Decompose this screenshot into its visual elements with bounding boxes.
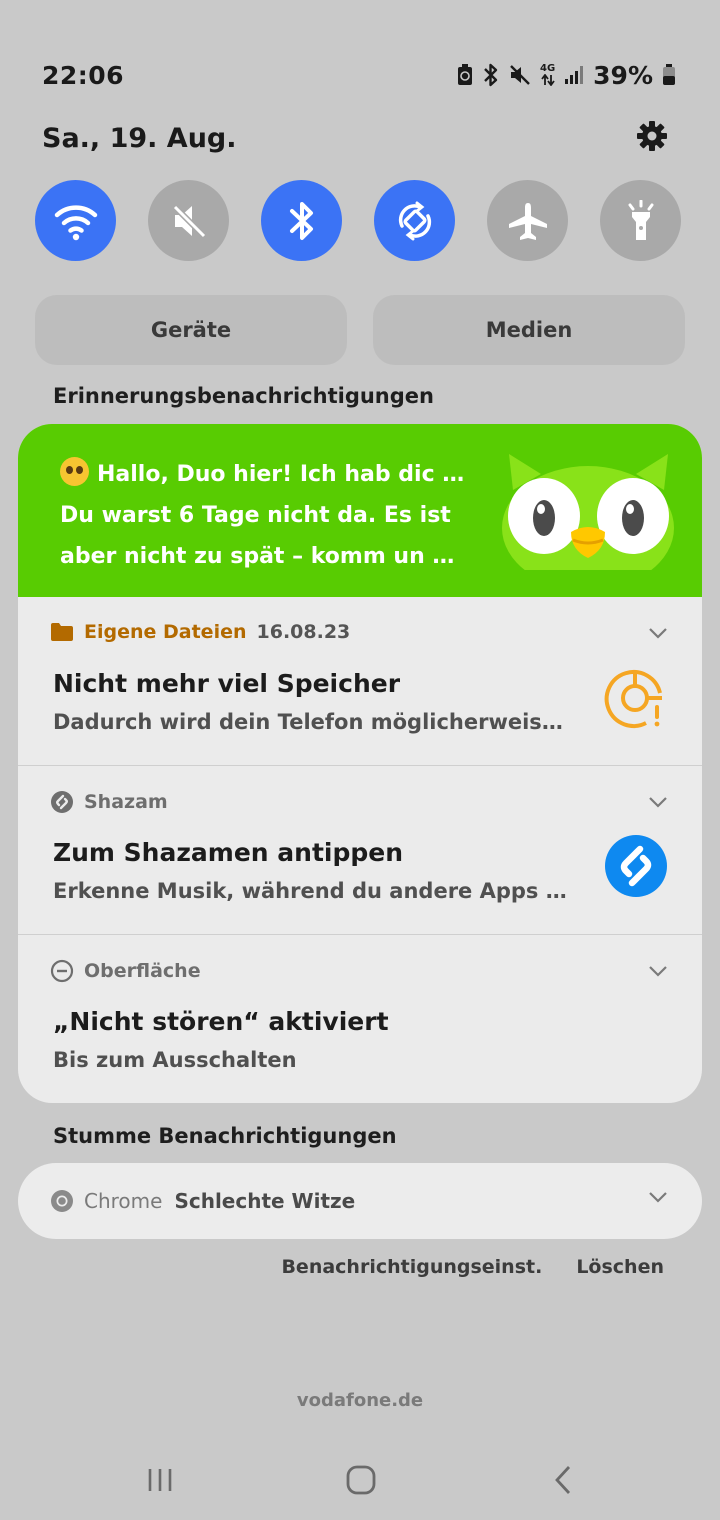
notification-title: „Nicht stören“ aktiviert	[53, 1007, 389, 1036]
notification-title: Nicht mehr viel Speicher	[53, 669, 401, 698]
mute-icon	[172, 204, 206, 238]
quick-settings	[35, 180, 681, 261]
clear-button[interactable]: Löschen	[576, 1256, 664, 1278]
airplane-toggle[interactable]	[487, 180, 568, 261]
duolingo-line-3: aber nicht zu spät – komm un …	[60, 544, 455, 569]
notification-settings-button[interactable]: Benachrichtigungseinst.	[281, 1256, 542, 1278]
auto-rotate-toggle[interactable]	[374, 180, 455, 261]
folder-icon	[51, 623, 73, 641]
date: Sa., 19. Aug.	[42, 122, 237, 154]
flashlight-icon	[628, 199, 653, 240]
status-icons: 4G 39%	[457, 61, 676, 90]
notification-title: Zum Shazamen antippen	[53, 838, 404, 867]
bluetooth-toggle[interactable]	[261, 180, 342, 261]
mobile-data-icon: 4G	[540, 64, 555, 86]
clock: 22:06	[42, 60, 125, 90]
bluetooth-icon	[482, 63, 500, 87]
devices-button[interactable]: Geräte	[35, 295, 347, 365]
notification-text: Schlechte Witze	[174, 1189, 356, 1213]
bluetooth-icon	[289, 201, 313, 240]
home-icon	[346, 1465, 376, 1495]
notification-body: Bis zum Ausschalten	[53, 1048, 297, 1072]
wifi-toggle[interactable]	[35, 180, 116, 261]
chevron-down-icon[interactable]	[648, 627, 668, 639]
chevron-down-icon[interactable]	[648, 965, 668, 977]
battery-icon	[662, 64, 676, 86]
gear-icon[interactable]	[636, 120, 668, 156]
rotate-icon	[398, 201, 431, 240]
recents-button[interactable]	[130, 1455, 190, 1505]
do-not-disturb-icon	[50, 959, 74, 983]
wifi-icon	[54, 204, 97, 240]
signal-icon	[564, 65, 584, 85]
battery-saver-icon	[457, 64, 473, 86]
navigation-bar	[0, 1455, 720, 1505]
shazam-small-icon	[51, 791, 73, 813]
duo-owl-icon	[502, 454, 674, 570]
notification-body: Erkenne Musik, während du andere Apps n…	[53, 879, 573, 903]
status-bar: 22:06 4G 39%	[42, 58, 676, 92]
notification-shazam[interactable]: Shazam Zum Shazamen antippen Erkenne Mus…	[18, 766, 702, 935]
airplane-icon	[508, 202, 547, 240]
notification-time: 16.08.23	[256, 621, 351, 643]
notification-header: Oberfläche	[50, 959, 201, 983]
flashlight-toggle[interactable]	[600, 180, 681, 261]
battery-percent: 39%	[593, 60, 653, 90]
duolingo-line-1: Hallo, Duo hier! Ich hab dic …	[97, 462, 465, 487]
mute-icon	[509, 64, 531, 86]
duolingo-line-2: Du warst 6 Tage nicht da. Es ist	[60, 503, 451, 528]
chrome-icon	[51, 1190, 73, 1212]
media-button[interactable]: Medien	[373, 295, 685, 365]
reminders-section-title: Erinnerungsbenachrichtigungen	[53, 384, 434, 408]
notification-body: Dadurch wird dein Telefon möglicherweise…	[53, 710, 573, 734]
recents-icon	[148, 1469, 172, 1491]
notification-header: Eigene Dateien 16.08.23	[50, 621, 350, 643]
storage-warning-icon	[604, 670, 662, 728]
notification-header: Shazam	[50, 790, 168, 814]
notification-chrome[interactable]: Chrome Schlechte Witze	[18, 1163, 702, 1239]
app-name: Oberfläche	[84, 960, 201, 982]
date-row: Sa., 19. Aug.	[42, 118, 668, 158]
chevron-down-icon[interactable]	[648, 796, 668, 808]
duolingo-notification[interactable]: Hallo, Duo hier! Ich hab dic … Du warst …	[18, 424, 702, 597]
notification-my-files[interactable]: Eigene Dateien 16.08.23 Nicht mehr viel …	[18, 597, 702, 766]
app-name: Eigene Dateien	[84, 621, 247, 643]
home-button[interactable]	[331, 1455, 391, 1505]
notification-actions: Benachrichtigungseinst. Löschen	[281, 1256, 664, 1278]
silent-section-title: Stumme Benachrichtigungen	[53, 1124, 397, 1148]
sound-toggle[interactable]	[148, 180, 229, 261]
shazam-icon	[605, 835, 667, 897]
chevron-down-icon[interactable]	[648, 1191, 668, 1203]
device-media-row: Geräte Medien	[35, 295, 685, 365]
duolingo-text: Hallo, Duo hier! Ich hab dic … Du warst …	[60, 454, 480, 577]
pleading-face-icon	[60, 457, 89, 486]
back-button[interactable]	[533, 1455, 593, 1505]
app-name: Shazam	[84, 791, 168, 813]
app-name: Chrome	[84, 1189, 163, 1213]
notification-card: Hallo, Duo hier! Ich hab dic … Du warst …	[18, 424, 702, 1103]
carrier-label: vodafone.de	[296, 1390, 424, 1411]
back-icon	[555, 1466, 571, 1494]
notification-dnd[interactable]: Oberfläche „Nicht stören“ aktiviert Bis …	[18, 935, 702, 1103]
